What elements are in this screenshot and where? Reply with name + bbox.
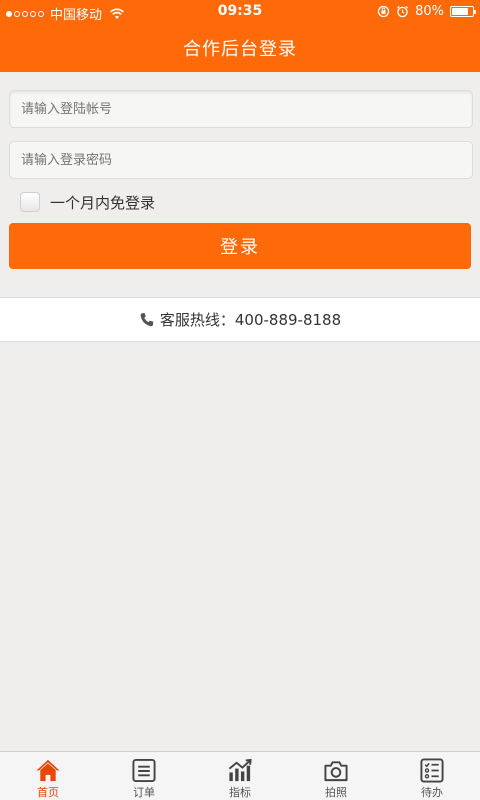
password-input[interactable] xyxy=(9,141,473,179)
page-header: 合作后台登录 xyxy=(0,24,480,72)
tab-todo[interactable]: 待办 xyxy=(384,752,480,800)
page-title: 合作后台登录 xyxy=(183,39,297,60)
home-icon xyxy=(36,759,60,782)
chart-icon xyxy=(228,758,252,782)
tab-camera[interactable]: 拍照 xyxy=(288,752,384,800)
alarm-icon xyxy=(397,5,409,18)
tab-metrics-label: 指标 xyxy=(229,786,251,799)
remember-login-label: 一个月内免登录 xyxy=(50,193,156,212)
checklist-icon xyxy=(420,758,444,783)
customer-service-hotline[interactable]: 客服热线：400-889-8188 xyxy=(0,297,480,342)
phone-icon xyxy=(140,312,154,326)
remember-login-checkbox[interactable] xyxy=(20,192,40,212)
tab-orders[interactable]: 订单 xyxy=(96,752,192,800)
tab-home-label: 首页 xyxy=(37,786,59,799)
tab-home[interactable]: 首页 xyxy=(0,752,96,800)
battery-percent: 80% xyxy=(415,4,444,19)
tab-metrics[interactable]: 指标 xyxy=(192,752,288,800)
status-bar: 中国移动 09:35 80% xyxy=(0,0,480,24)
tab-orders-label: 订单 xyxy=(133,786,155,799)
hotline-text: 客服热线：400-889-8188 xyxy=(159,311,342,329)
battery-level-fill xyxy=(452,8,468,15)
app-root: 中国移动 09:35 80% 合作后台登录 请输入登陆帐号 一个月内免登录 登录… xyxy=(0,0,480,800)
battery-icon xyxy=(450,6,476,17)
tab-todo-label: 待办 xyxy=(421,786,443,799)
username-input[interactable] xyxy=(9,90,473,128)
bottom-tab-bar: 首页 订单 指标 拍照 待办 xyxy=(0,751,480,800)
camera-icon xyxy=(324,761,348,782)
tab-camera-label: 拍照 xyxy=(325,786,347,799)
rotation-lock-icon xyxy=(377,5,390,18)
order-list-icon xyxy=(132,758,156,783)
login-button[interactable]: 登录 xyxy=(9,223,471,269)
login-button-label: 登录 xyxy=(220,237,260,258)
remember-login-option[interactable]: 一个月内免登录 xyxy=(20,191,155,213)
status-right: 80% xyxy=(377,4,476,19)
